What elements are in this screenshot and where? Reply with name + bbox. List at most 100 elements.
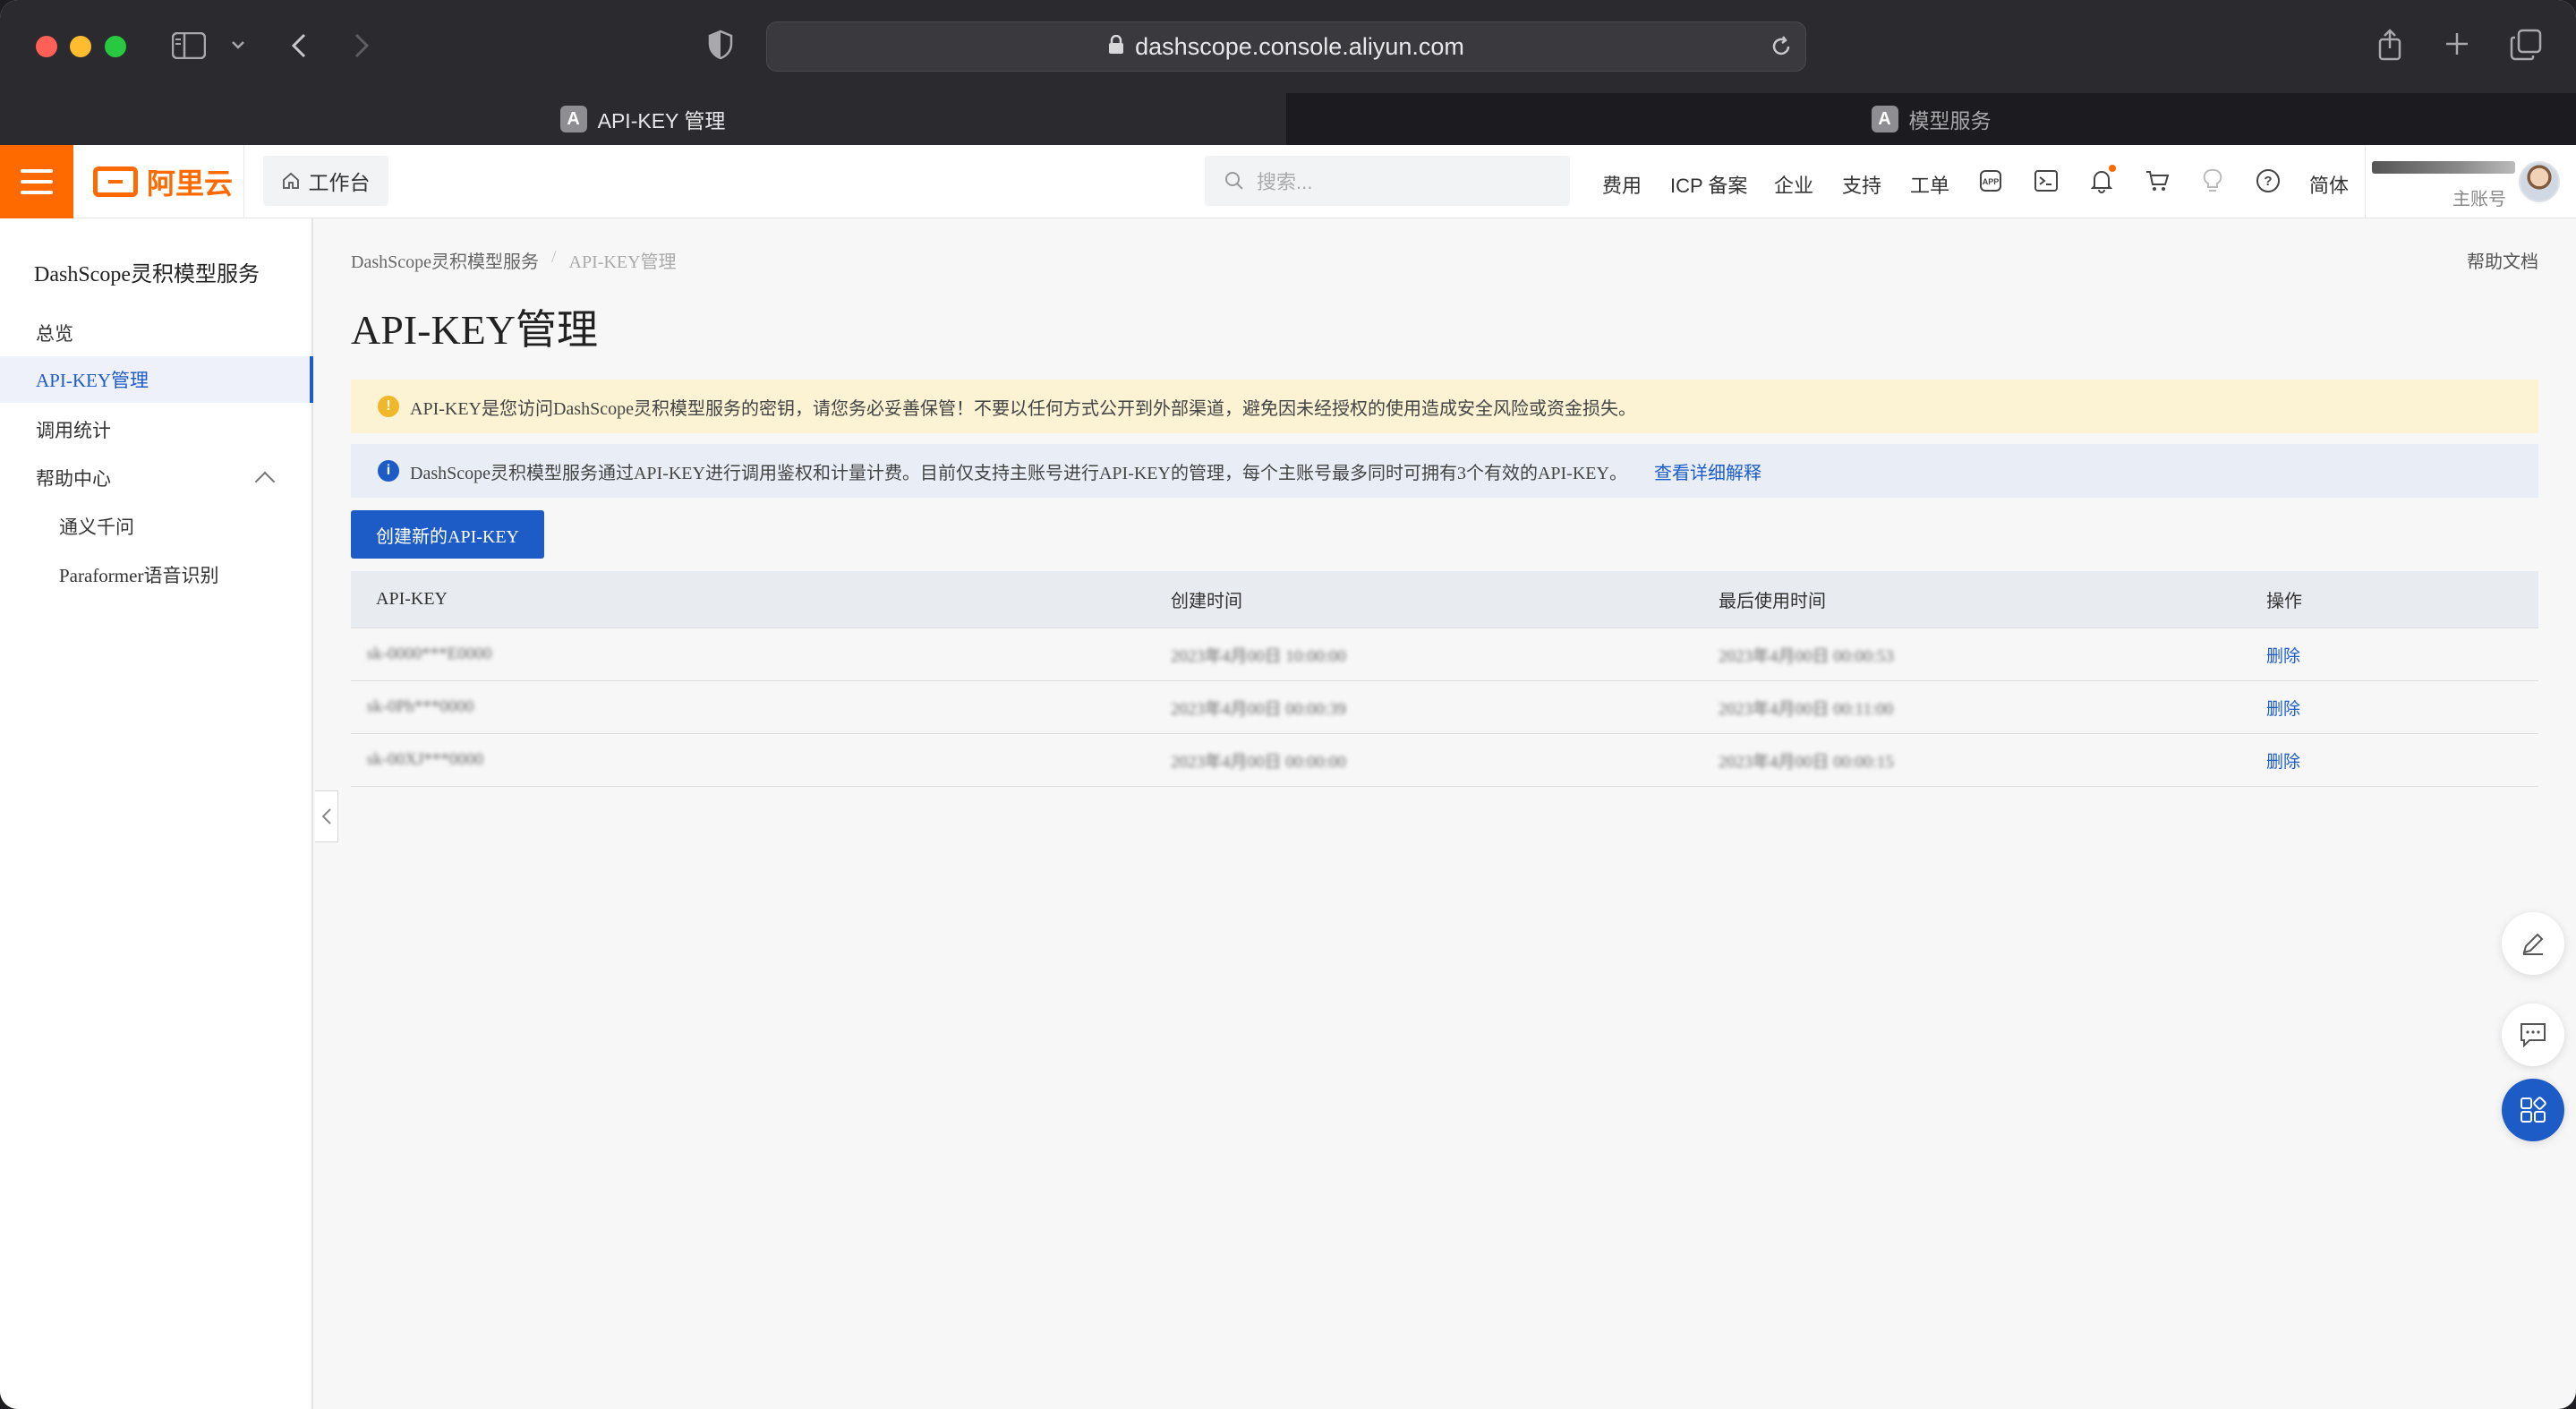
help-icon[interactable]: ? xyxy=(2250,163,2286,199)
created-time: 2023年4月00日 00:00:00 xyxy=(1171,752,1346,772)
forward-arrow-icon[interactable] xyxy=(347,29,376,63)
delete-button[interactable]: 删除 xyxy=(2266,643,2538,667)
svg-text:?: ? xyxy=(2264,174,2272,189)
tab-model-service[interactable]: A 模型服务 xyxy=(1286,93,2576,145)
sidebar-title: DashScope灵积模型服务 xyxy=(34,263,260,286)
account-role: 主账号 xyxy=(2452,190,2506,209)
avatar[interactable] xyxy=(2519,161,2560,202)
bell-icon[interactable] xyxy=(2084,163,2120,199)
chat-button[interactable] xyxy=(2502,1003,2564,1066)
last-used-time: 2023年4月00日 00:11:00 xyxy=(1719,699,1894,719)
back-arrow-icon[interactable] xyxy=(285,29,313,63)
tab-overview-icon[interactable] xyxy=(2508,27,2544,63)
nav-link-billing[interactable]: 费用 xyxy=(1602,170,1642,199)
page-title: API-KEY管理 xyxy=(351,307,598,353)
terminal-icon[interactable] xyxy=(2028,163,2064,199)
privacy-shield-icon[interactable] xyxy=(705,27,736,63)
sidebar-item-label: Paraformer语音识别 xyxy=(59,565,219,586)
sidebar-item-label: 调用统计 xyxy=(36,420,111,441)
account-name-redacted[interactable] xyxy=(2372,161,2515,174)
sidebar-item-help-center[interactable]: 帮助中心 xyxy=(0,455,313,501)
api-key-value: sk-00XJ***0000 xyxy=(367,750,483,769)
table-header: API-KEY 创建时间 最后使用时间 操作 xyxy=(351,571,2538,628)
chevron-down-icon[interactable] xyxy=(227,34,249,56)
info-text: DashScope灵积模型服务通过API-KEY进行调用鉴权和计量计费。目前仅支… xyxy=(410,463,1627,483)
nav-link-support[interactable]: 支持 xyxy=(1842,170,1881,199)
api-key-table: API-KEY 创建时间 最后使用时间 操作 sk-0000***E0000 2… xyxy=(351,571,2538,787)
api-key-value: sk-0Ph***0000 xyxy=(367,697,474,716)
breadcrumb: DashScope灵积模型服务 / API-KEY管理 xyxy=(351,247,677,273)
tab-api-key[interactable]: A API-KEY 管理 xyxy=(0,93,1285,145)
api-key-value: sk-0000***E0000 xyxy=(367,645,492,663)
zoom-window-button[interactable] xyxy=(105,36,126,57)
last-used-time: 2023年4月00日 00:00:53 xyxy=(1719,646,1894,666)
sidebar-item-usage-stats[interactable]: 调用统计 xyxy=(0,406,313,453)
aliyun-logo[interactable]: 阿里云 xyxy=(93,163,233,201)
nav-divider xyxy=(243,145,244,218)
create-api-key-button[interactable]: 创建新的API-KEY xyxy=(351,510,544,559)
home-icon xyxy=(282,172,299,189)
help-doc-link[interactable]: 帮助文档 xyxy=(2467,247,2538,273)
created-time: 2023年4月00日 10:00:00 xyxy=(1171,646,1346,666)
chat-icon xyxy=(2521,1023,2546,1048)
workbench-button[interactable]: 工作台 xyxy=(263,156,388,206)
app-icon[interactable]: APP xyxy=(1973,163,2009,199)
notification-dot xyxy=(2109,165,2116,172)
console-top-nav: 阿里云 工作台 搜索... 费用 ICP 备案 企业 支持 工单 APP ? 简… xyxy=(0,145,2576,218)
delete-button[interactable]: 删除 xyxy=(2266,696,2538,720)
details-link[interactable]: 查看详细解释 xyxy=(1654,458,1761,484)
breadcrumb-separator: / xyxy=(550,247,557,267)
lock-icon xyxy=(1108,33,1124,61)
warning-icon: ! xyxy=(378,396,399,417)
cart-icon[interactable] xyxy=(2139,163,2175,199)
lightbulb-icon[interactable] xyxy=(2195,163,2231,199)
tab-bar: A API-KEY 管理 A 模型服务 xyxy=(0,93,2576,145)
column-header-created: 创建时间 xyxy=(1171,592,1242,611)
minimize-window-button[interactable] xyxy=(70,36,91,57)
nav-link-enterprise[interactable]: 企业 xyxy=(1774,170,1813,199)
address-bar[interactable]: dashscope.console.aliyun.com xyxy=(766,21,1806,72)
sidebar-toggle-icon[interactable] xyxy=(170,29,208,63)
browser-toolbar: dashscope.console.aliyun.com xyxy=(0,0,2576,93)
search-placeholder: 搜索... xyxy=(1257,171,1313,193)
breadcrumb-item[interactable]: DashScope灵积模型服务 xyxy=(351,247,539,273)
tab-favicon-icon: A xyxy=(1871,106,1898,132)
hamburger-menu-button[interactable] xyxy=(0,145,73,218)
column-header-api-key: API-KEY xyxy=(376,589,448,609)
reload-icon[interactable] xyxy=(1770,35,1793,64)
sidebar-item-paraformer[interactable]: Paraformer语音识别 xyxy=(0,551,313,598)
sidebar-item-label: API-KEY管理 xyxy=(36,370,149,391)
workbench-label: 工作台 xyxy=(308,171,371,194)
delete-button[interactable]: 删除 xyxy=(2266,748,2538,773)
sidebar-item-api-key[interactable]: API-KEY管理 xyxy=(0,356,313,403)
language-switch[interactable]: 简体 xyxy=(2309,170,2349,199)
info-alert: i DashScope灵积模型服务通过API-KEY进行调用鉴权和计量计费。目前… xyxy=(351,444,2538,498)
warning-text: API-KEY是您访问DashScope灵积模型服务的密钥，请您务必妥善保管！不… xyxy=(410,398,1636,419)
warning-alert: ! API-KEY是您访问DashScope灵积模型服务的密钥，请您务必妥善保管… xyxy=(351,380,2538,433)
apps-menu-button[interactable] xyxy=(2502,1079,2564,1141)
info-icon: i xyxy=(378,460,399,482)
logo-text: 阿里云 xyxy=(147,167,234,200)
close-window-button[interactable] xyxy=(36,36,57,57)
main-content: DashScope灵积模型服务 / API-KEY管理 帮助文档 API-KEY… xyxy=(315,218,2576,1409)
sidebar-item-overview[interactable]: 总览 xyxy=(0,310,313,356)
nav-link-icp[interactable]: ICP 备案 xyxy=(1670,170,1747,199)
sidebar: DashScope灵积模型服务 总览 API-KEY管理 调用统计 帮助中心 通… xyxy=(0,218,313,1409)
tab-label: 模型服务 xyxy=(1908,109,1992,132)
edit-feedback-button[interactable] xyxy=(2502,912,2564,975)
nav-link-ticket[interactable]: 工单 xyxy=(1910,170,1949,199)
pencil-icon xyxy=(2522,933,2544,955)
sidebar-item-label: 总览 xyxy=(36,323,73,345)
search-input[interactable]: 搜索... xyxy=(1205,156,1570,206)
sidebar-item-label: 通义千问 xyxy=(59,517,134,538)
svg-text:APP: APP xyxy=(1983,177,2000,186)
new-tab-icon[interactable] xyxy=(2442,29,2472,59)
search-icon xyxy=(1225,172,1243,190)
breadcrumb-current: API-KEY管理 xyxy=(568,252,677,272)
column-header-last-used: 最后使用时间 xyxy=(1719,592,1826,611)
table-row: sk-0000***E0000 2023年4月00日 10:00:00 2023… xyxy=(351,628,2538,681)
sidebar-item-tongyi-qianwen[interactable]: 通义千问 xyxy=(0,503,313,550)
share-icon[interactable] xyxy=(2374,27,2406,63)
chevron-up-icon xyxy=(254,471,276,492)
account-divider xyxy=(2365,145,2366,218)
